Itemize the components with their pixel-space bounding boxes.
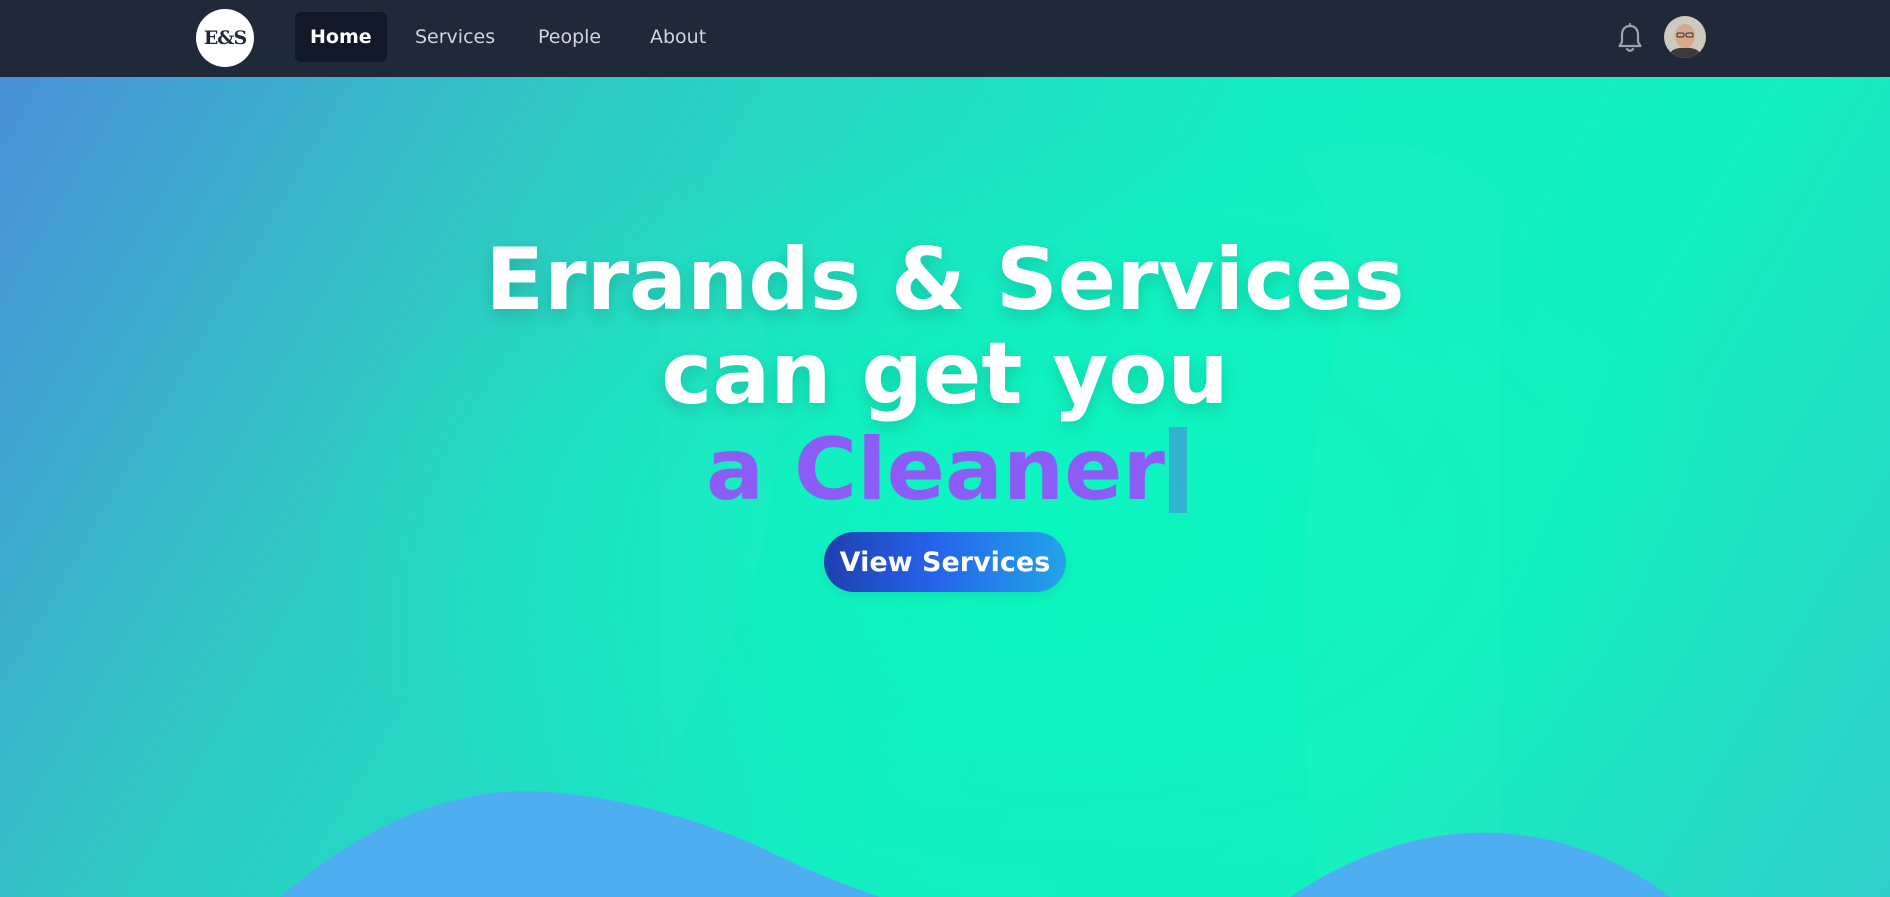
typed-text-container: a Cleaner [706, 420, 1187, 520]
hero-title-line-2: can get you [661, 324, 1229, 424]
typed-service-text: a Cleaner [706, 420, 1165, 520]
top-navbar: E&S Home Services People About [0, 0, 1890, 77]
typing-caret [1168, 427, 1187, 513]
nav-item-people[interactable]: People [523, 12, 616, 62]
view-services-button[interactable]: View Services [824, 532, 1066, 592]
nav-item-services[interactable]: Services [400, 12, 510, 62]
hero-title-line-1: Errands & Services [485, 230, 1405, 330]
nav-item-home[interactable]: Home [295, 12, 387, 62]
bell-icon[interactable] [1615, 22, 1645, 54]
brand-logo[interactable]: E&S [196, 9, 254, 67]
nav-item-about[interactable]: About [635, 12, 721, 62]
user-avatar[interactable] [1664, 16, 1706, 58]
